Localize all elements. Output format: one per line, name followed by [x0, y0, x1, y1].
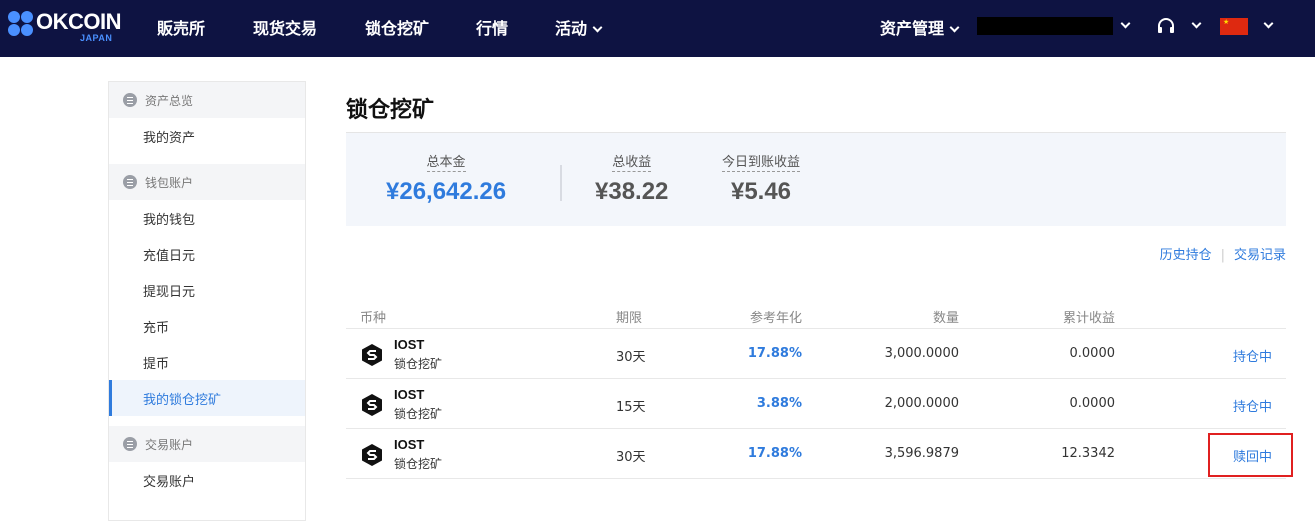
table-row: IOST 锁仓挖矿 30天 17.88% 3,596.9879 12.3342 …	[346, 429, 1293, 479]
trade-records-link[interactable]: 交易记录	[1234, 248, 1286, 263]
earnings-cell: 12.3342	[1061, 446, 1115, 461]
sidebar-item-deposit-jpy[interactable]: 充值日元	[109, 236, 305, 272]
column-header-term: 期限	[616, 311, 643, 326]
logo-dots-icon	[8, 11, 34, 37]
earnings-cell: 0.0000	[1069, 346, 1116, 361]
summary-panel: 总本金 ¥26,642.26 总收益 ¥38.22 今日到账收益 ¥5.46	[346, 133, 1286, 226]
summary-separator	[560, 165, 562, 201]
nav-asset-management[interactable]: 资产管理	[880, 15, 960, 39]
column-header-coin: 币种	[360, 311, 387, 326]
summary-value: ¥26,642.26	[386, 178, 507, 205]
summary-label: 总本金	[426, 151, 466, 172]
table-header: 币种 期限 参考年化 数量 累计收益	[346, 300, 1286, 329]
iost-logo-icon	[362, 344, 382, 366]
sidebar-item-withdraw-crypto[interactable]: 提币	[109, 344, 305, 380]
sidebar-group-label: 资产总览	[145, 93, 194, 108]
amount-cell: 2,000.0000	[884, 396, 959, 411]
sidebar: 资产总览 我的资产 钱包账户 我的钱包 充值日元 提现日元 充币 提币 我的锁仓…	[108, 81, 306, 521]
column-header-apr: 参考年化	[749, 311, 802, 326]
chevron-down-icon	[949, 22, 960, 33]
summary-value: ¥5.46	[730, 178, 792, 205]
column-header-earnings: 累计收益	[1062, 311, 1115, 326]
term-cell: 30天	[616, 450, 646, 465]
sidebar-item-trading-account[interactable]: 交易账户	[109, 462, 305, 498]
summary-label: 总收益	[612, 151, 652, 172]
status-link[interactable]: 持仓中	[1233, 396, 1272, 415]
product-type: 锁仓挖矿	[394, 357, 443, 371]
nav-sales[interactable]: 販売所	[157, 15, 205, 39]
history-positions-link[interactable]: 历史持仓	[1160, 248, 1212, 263]
sidebar-group-asset-overview: 资产总览	[109, 82, 305, 118]
sidebar-group-wallet: 钱包账户	[109, 164, 305, 200]
coin-name: IOST	[394, 387, 425, 402]
nav-activity-label: 活动	[555, 19, 588, 38]
product-type: 锁仓挖矿	[394, 457, 443, 471]
sidebar-item-my-lock-mining[interactable]: 我的锁仓挖矿	[109, 380, 305, 416]
table-row: IOST 锁仓挖矿 30天 17.88% 3,000.0000 0.0000 持…	[346, 329, 1286, 379]
amount-cell: 3,000.0000	[884, 346, 959, 361]
headset-icon[interactable]	[1156, 16, 1176, 36]
sidebar-group-label: 钱包账户	[145, 175, 194, 190]
language-chevron-down-icon[interactable]	[1263, 18, 1274, 29]
apr-cell: 17.88%	[747, 446, 802, 461]
redacted-account	[977, 17, 1113, 35]
summary-total-principal: 总本金 ¥26,642.26	[386, 151, 506, 206]
list-icon	[123, 437, 137, 451]
chevron-down-icon	[592, 22, 603, 33]
china-flag-icon[interactable]: ★	[1220, 18, 1248, 35]
term-cell: 30天	[616, 350, 646, 365]
sidebar-item-my-wallet[interactable]: 我的钱包	[109, 200, 305, 236]
record-links: 历史持仓 | 交易记录	[1159, 248, 1286, 263]
list-icon	[123, 93, 137, 107]
logo-subtext: JAPAN	[80, 33, 113, 43]
amount-cell: 3,596.9879	[884, 446, 959, 461]
page-title: 锁仓挖矿	[346, 98, 435, 123]
status-link[interactable]: 持仓中	[1233, 346, 1272, 365]
summary-value: ¥38.22	[595, 178, 669, 205]
nav-asset-label: 资产管理	[880, 19, 945, 38]
positions-table: 币种 期限 参考年化 数量 累计收益 IOST 锁仓挖矿 30天 17.88% …	[346, 300, 1293, 479]
coin-name: IOST	[394, 437, 425, 452]
earnings-cell: 0.0000	[1069, 396, 1116, 411]
iost-logo-icon	[362, 394, 382, 416]
nav-market[interactable]: 行情	[476, 15, 508, 39]
summary-label: 今日到账收益	[722, 151, 801, 172]
coin-name: IOST	[394, 337, 425, 352]
sidebar-item-withdraw-jpy[interactable]: 提现日元	[109, 272, 305, 308]
product-type: 锁仓挖矿	[394, 407, 443, 421]
sidebar-item-my-assets[interactable]: 我的资产	[109, 118, 305, 154]
list-icon	[123, 175, 137, 189]
iost-logo-icon	[362, 444, 382, 466]
support-chevron-down-icon[interactable]	[1191, 18, 1202, 29]
table-row: IOST 锁仓挖矿 15天 3.88% 2,000.0000 0.0000 持仓…	[346, 379, 1286, 429]
nav-activity[interactable]: 活动	[555, 15, 603, 39]
account-chevron-down-icon[interactable]	[1120, 18, 1131, 29]
sidebar-item-deposit-crypto[interactable]: 充币	[109, 308, 305, 344]
nav-spot-trading[interactable]: 现货交易	[253, 15, 317, 39]
apr-cell: 17.88%	[747, 346, 802, 361]
nav-lock-mining[interactable]: 锁仓挖矿	[365, 15, 429, 39]
sidebar-group-label: 交易账户	[145, 437, 194, 452]
column-header-amount: 数量	[932, 311, 959, 326]
summary-total-earnings: 总收益 ¥38.22	[595, 151, 668, 206]
summary-today-earnings: 今日到账收益 ¥5.46	[722, 151, 801, 206]
term-cell: 15天	[616, 400, 646, 415]
apr-cell: 3.88%	[756, 396, 802, 411]
logo-text: OKCOIN	[36, 9, 122, 34]
top-nav-bar: OKCOIN JAPAN 販売所 现货交易 锁仓挖矿 行情 活动 资产管理 ★	[0, 0, 1315, 57]
sidebar-group-trading: 交易账户	[109, 426, 305, 462]
highlight-box	[1208, 433, 1293, 477]
okcoin-logo[interactable]: OKCOIN JAPAN	[8, 8, 128, 48]
